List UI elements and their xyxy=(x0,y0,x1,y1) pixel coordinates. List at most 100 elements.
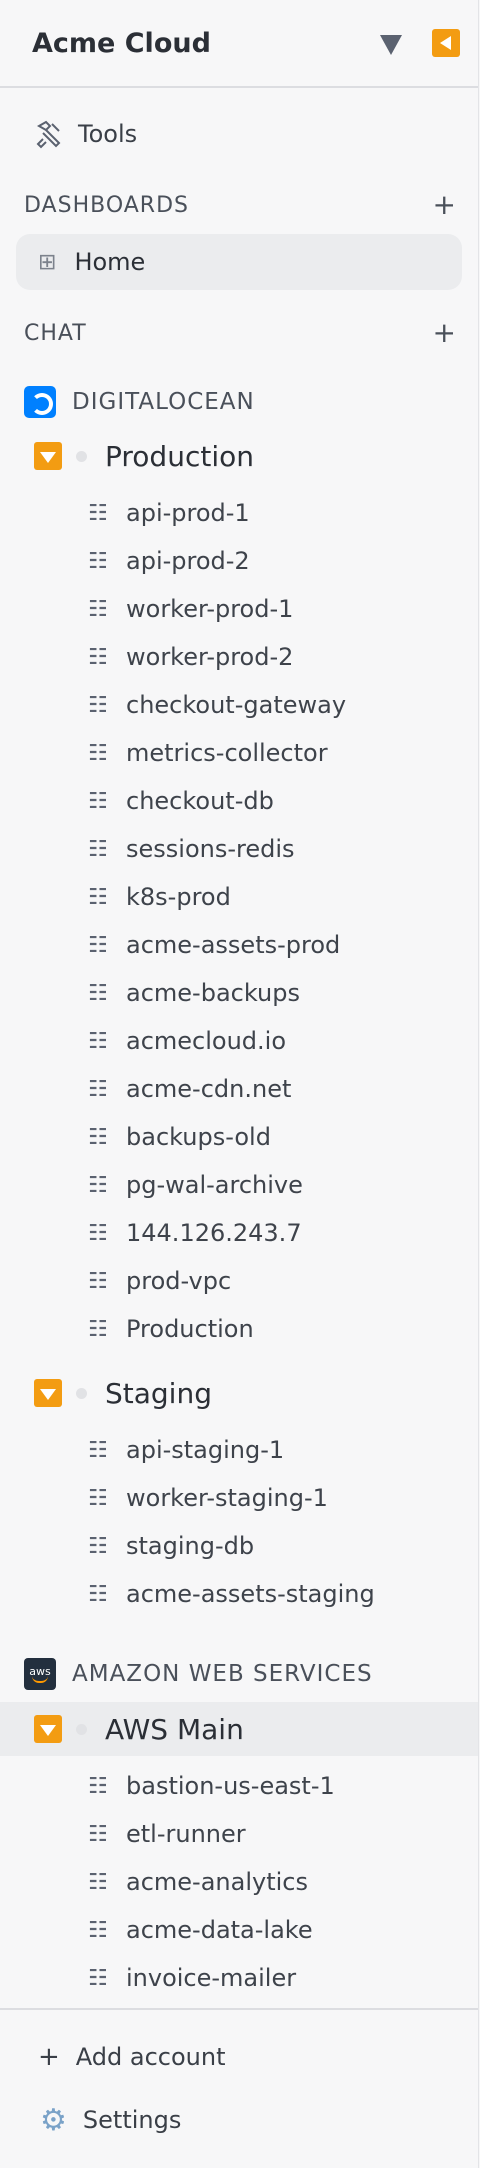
group-production[interactable]: Production xyxy=(0,429,478,483)
account-switcher-dropdown-icon[interactable] xyxy=(380,35,402,55)
list-icon: ☷ xyxy=(88,836,108,862)
add-account-button[interactable]: + Add account xyxy=(0,2033,478,2081)
resource-item-label: acme-data-lake xyxy=(126,1916,313,1944)
aws-logo-icon: aws xyxy=(24,1658,56,1690)
resource-item[interactable]: ☷ backups-old xyxy=(0,1113,478,1161)
resource-item[interactable]: ☷ etl-runner xyxy=(0,1810,478,1858)
plus-icon: + xyxy=(38,2042,60,2072)
list-icon: ☷ xyxy=(88,644,108,670)
group-name: Production xyxy=(105,439,254,473)
settings-label: Settings xyxy=(82,2106,182,2134)
resource-item[interactable]: ☷ invoice-mailer xyxy=(0,1954,478,2002)
tools-label: Tools xyxy=(78,120,138,148)
resource-item[interactable]: ☷ worker-staging-1 xyxy=(0,1474,478,1522)
dashboards-section-title: DASHBOARDS xyxy=(24,192,189,218)
list-icon: ☷ xyxy=(88,500,108,526)
collapse-sidebar-button[interactable] xyxy=(432,29,460,57)
provider-digitalocean[interactable]: DIGITALOCEAN xyxy=(24,382,255,422)
dashboard-item-label: Home xyxy=(74,248,146,276)
group-name: AWS Main xyxy=(105,1712,244,1746)
list-icon: ☷ xyxy=(88,980,108,1006)
list-icon: ☷ xyxy=(88,1965,108,1991)
collapse-group-icon[interactable] xyxy=(34,442,62,470)
resource-item-label: checkout-gateway xyxy=(126,691,347,719)
chat-section-header: CHAT + xyxy=(24,315,456,351)
resource-item-label: backups-old xyxy=(126,1123,271,1151)
resource-item[interactable]: ☷ bastion-us-east-1 xyxy=(0,1762,478,1810)
resource-item[interactable]: ☷ worker-prod-2 xyxy=(0,633,478,681)
collapse-group-icon[interactable] xyxy=(34,1379,62,1407)
status-dot-icon xyxy=(76,1723,87,1735)
resource-item[interactable]: ☷ acme-data-lake xyxy=(0,1906,478,1954)
list-icon: ☷ xyxy=(88,1124,108,1150)
sidebar-footer xyxy=(0,2008,478,2010)
provider-name: DIGITALOCEAN xyxy=(72,389,255,415)
list-icon: ☷ xyxy=(88,1172,108,1198)
resource-item[interactable]: ☷ 144.126.243.7 xyxy=(0,1209,478,1257)
status-dot-icon xyxy=(76,450,87,462)
list-icon: ☷ xyxy=(88,1076,108,1102)
list-icon: ☷ xyxy=(88,788,108,814)
collapse-group-icon[interactable] xyxy=(34,1715,62,1743)
list-icon: ☷ xyxy=(88,1437,108,1463)
resource-item-label: Production xyxy=(126,1315,254,1343)
resource-item[interactable]: ☷ k8s-prod xyxy=(0,873,478,921)
list-icon: ☷ xyxy=(88,692,108,718)
resource-item[interactable]: ☷ Production xyxy=(0,1305,478,1353)
provider-aws[interactable]: aws AMAZON WEB SERVICES xyxy=(24,1654,373,1694)
resource-item-label: staging-db xyxy=(126,1532,255,1560)
resource-item[interactable]: ☷ checkout-db xyxy=(0,777,478,825)
resource-item[interactable]: ☷ api-prod-2 xyxy=(0,537,478,585)
add-dashboard-button[interactable]: + xyxy=(433,191,456,219)
resource-item-label: worker-staging-1 xyxy=(126,1484,328,1512)
list-icon: ☷ xyxy=(88,1028,108,1054)
resource-item-label: worker-prod-1 xyxy=(126,595,294,623)
resource-item[interactable]: ☷ acme-analytics xyxy=(0,1858,478,1906)
resource-item-label: metrics-collector xyxy=(126,739,328,767)
resource-item-label: worker-prod-2 xyxy=(126,643,294,671)
resource-item[interactable]: ☷ worker-prod-1 xyxy=(0,585,478,633)
tools-item[interactable]: Tools xyxy=(0,110,478,158)
sidebar: Acme Cloud Tools DASHBOARDS + ⊞ Home CHA… xyxy=(0,0,479,2168)
resource-item-label: acme-assets-prod xyxy=(126,931,341,959)
resource-item-label: 144.126.243.7 xyxy=(126,1219,302,1247)
resource-item[interactable]: ☷ api-staging-1 xyxy=(0,1426,478,1474)
list-icon: ☷ xyxy=(88,1533,108,1559)
resource-item-label: acme-analytics xyxy=(126,1868,308,1896)
group-aws-main[interactable]: AWS Main xyxy=(0,1702,478,1756)
resource-item-label: prod-vpc xyxy=(126,1267,232,1295)
add-chat-button[interactable]: + xyxy=(433,319,456,347)
group-staging[interactable]: Staging xyxy=(0,1366,478,1420)
resource-item[interactable]: ☷ acme-backups xyxy=(0,969,478,1017)
list-icon: ☷ xyxy=(88,1485,108,1511)
list-icon: ☷ xyxy=(88,1316,108,1342)
resource-item[interactable]: ☷ acme-cdn.net xyxy=(0,1065,478,1113)
resource-item[interactable]: ☷ sessions-redis xyxy=(0,825,478,873)
resource-item[interactable]: ☷ pg-wal-archive xyxy=(0,1161,478,1209)
dashboard-item-home[interactable]: ⊞ Home xyxy=(16,234,462,290)
resource-item-label: sessions-redis xyxy=(126,835,295,863)
resource-item-label: bastion-us-east-1 xyxy=(126,1772,335,1800)
list-icon: ☷ xyxy=(88,1773,108,1799)
tools-icon xyxy=(36,120,61,149)
resource-item[interactable]: ☷ prod-vpc xyxy=(0,1257,478,1305)
add-account-label: Add account xyxy=(75,2043,226,2071)
resource-item[interactable]: ☷ acme-assets-prod xyxy=(0,921,478,969)
resource-item[interactable]: ☷ api-prod-1 xyxy=(0,489,478,537)
resource-item-label: etl-runner xyxy=(126,1820,246,1848)
app-header: Acme Cloud xyxy=(0,0,478,88)
resource-item-label: acmecloud.io xyxy=(126,1027,287,1055)
list-icon: ☷ xyxy=(88,884,108,910)
settings-button[interactable]: ⚙ Settings xyxy=(0,2096,478,2144)
resource-item[interactable]: ☷ metrics-collector xyxy=(0,729,478,777)
header-actions xyxy=(380,29,460,57)
resource-item-label: api-staging-1 xyxy=(126,1436,285,1464)
resource-item-label: invoice-mailer xyxy=(126,1964,297,1992)
list-icon: ☷ xyxy=(88,1869,108,1895)
chevron-left-icon xyxy=(439,36,451,50)
resource-item[interactable]: ☷ checkout-gateway xyxy=(0,681,478,729)
app-title: Acme Cloud xyxy=(32,27,211,59)
resource-item[interactable]: ☷ acmecloud.io xyxy=(0,1017,478,1065)
resource-item[interactable]: ☷ staging-db xyxy=(0,1522,478,1570)
resource-item[interactable]: ☷ acme-assets-staging xyxy=(0,1570,478,1618)
